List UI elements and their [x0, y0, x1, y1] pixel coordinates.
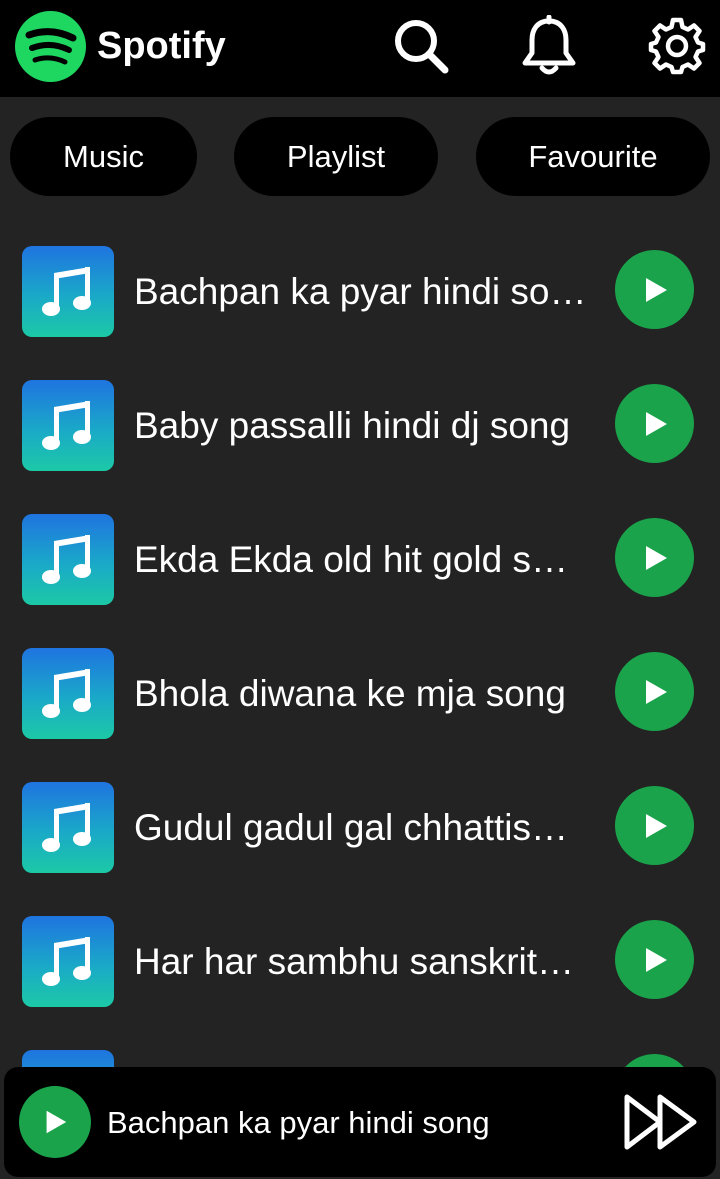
play-button[interactable] [615, 786, 694, 865]
song-title: Baby passalli hindi dj song [134, 405, 571, 446]
song-row[interactable]: Har har sambhu sanskrit… [0, 899, 720, 1033]
music-note-icon [22, 782, 114, 873]
play-icon [645, 813, 667, 838]
spotify-logo-icon [15, 11, 86, 82]
mini-player: Bachpan ka pyar hindi song [4, 1067, 716, 1177]
music-note-icon [22, 648, 114, 739]
play-icon [645, 411, 667, 436]
song-title: Bachpan ka pyar hindi so… [134, 271, 587, 312]
song-row[interactable]: Bhola diwana ke mja song [0, 631, 720, 765]
play-button[interactable] [615, 920, 694, 999]
tab-playlist[interactable]: Playlist [234, 117, 438, 196]
song-row[interactable]: Gudul gadul gal chhattis… [0, 765, 720, 899]
music-note-icon [22, 514, 114, 605]
music-note-icon [22, 380, 114, 471]
play-icon [645, 545, 667, 570]
song-row[interactable]: Baby passalli hindi dj song [0, 363, 720, 497]
song-title: Har har sambhu sanskrit… [134, 941, 575, 982]
now-playing-title: Bachpan ka pyar hindi song [107, 1105, 490, 1140]
play-button[interactable] [615, 250, 694, 329]
brand-title: Spotify [97, 25, 226, 67]
song-title: Gudul gadul gal chhattis… [134, 807, 568, 848]
top-app-bar: Spotify [0, 0, 720, 97]
song-list: Bachpan ka pyar hindi so… Baby passalli … [0, 229, 720, 1069]
music-note-icon [22, 246, 114, 337]
play-button[interactable] [615, 384, 694, 463]
play-icon [645, 679, 667, 704]
app-screen: Spotify Music Playlist Favourite Bachpan… [0, 0, 720, 1179]
play-icon [46, 1110, 67, 1134]
player-play-button[interactable] [19, 1086, 91, 1158]
bell-icon[interactable] [518, 15, 580, 77]
fast-forward-icon[interactable] [622, 1093, 700, 1151]
play-button[interactable] [615, 652, 694, 731]
gear-icon[interactable] [646, 15, 708, 77]
play-icon [645, 947, 667, 972]
play-button[interactable] [615, 518, 694, 597]
song-row[interactable]: Ekda Ekda old hit gold so… [0, 497, 720, 631]
music-note-icon [22, 916, 114, 1007]
song-row[interactable]: Bachpan ka pyar hindi so… [0, 229, 720, 363]
song-title: Bhola diwana ke mja song [134, 673, 566, 714]
song-title: Ekda Ekda old hit gold so… [134, 539, 588, 580]
tab-favourite[interactable]: Favourite [476, 117, 710, 196]
search-icon[interactable] [390, 15, 452, 77]
song-row[interactable] [0, 1033, 720, 1069]
tab-music[interactable]: Music [10, 117, 197, 196]
play-icon [645, 277, 667, 302]
